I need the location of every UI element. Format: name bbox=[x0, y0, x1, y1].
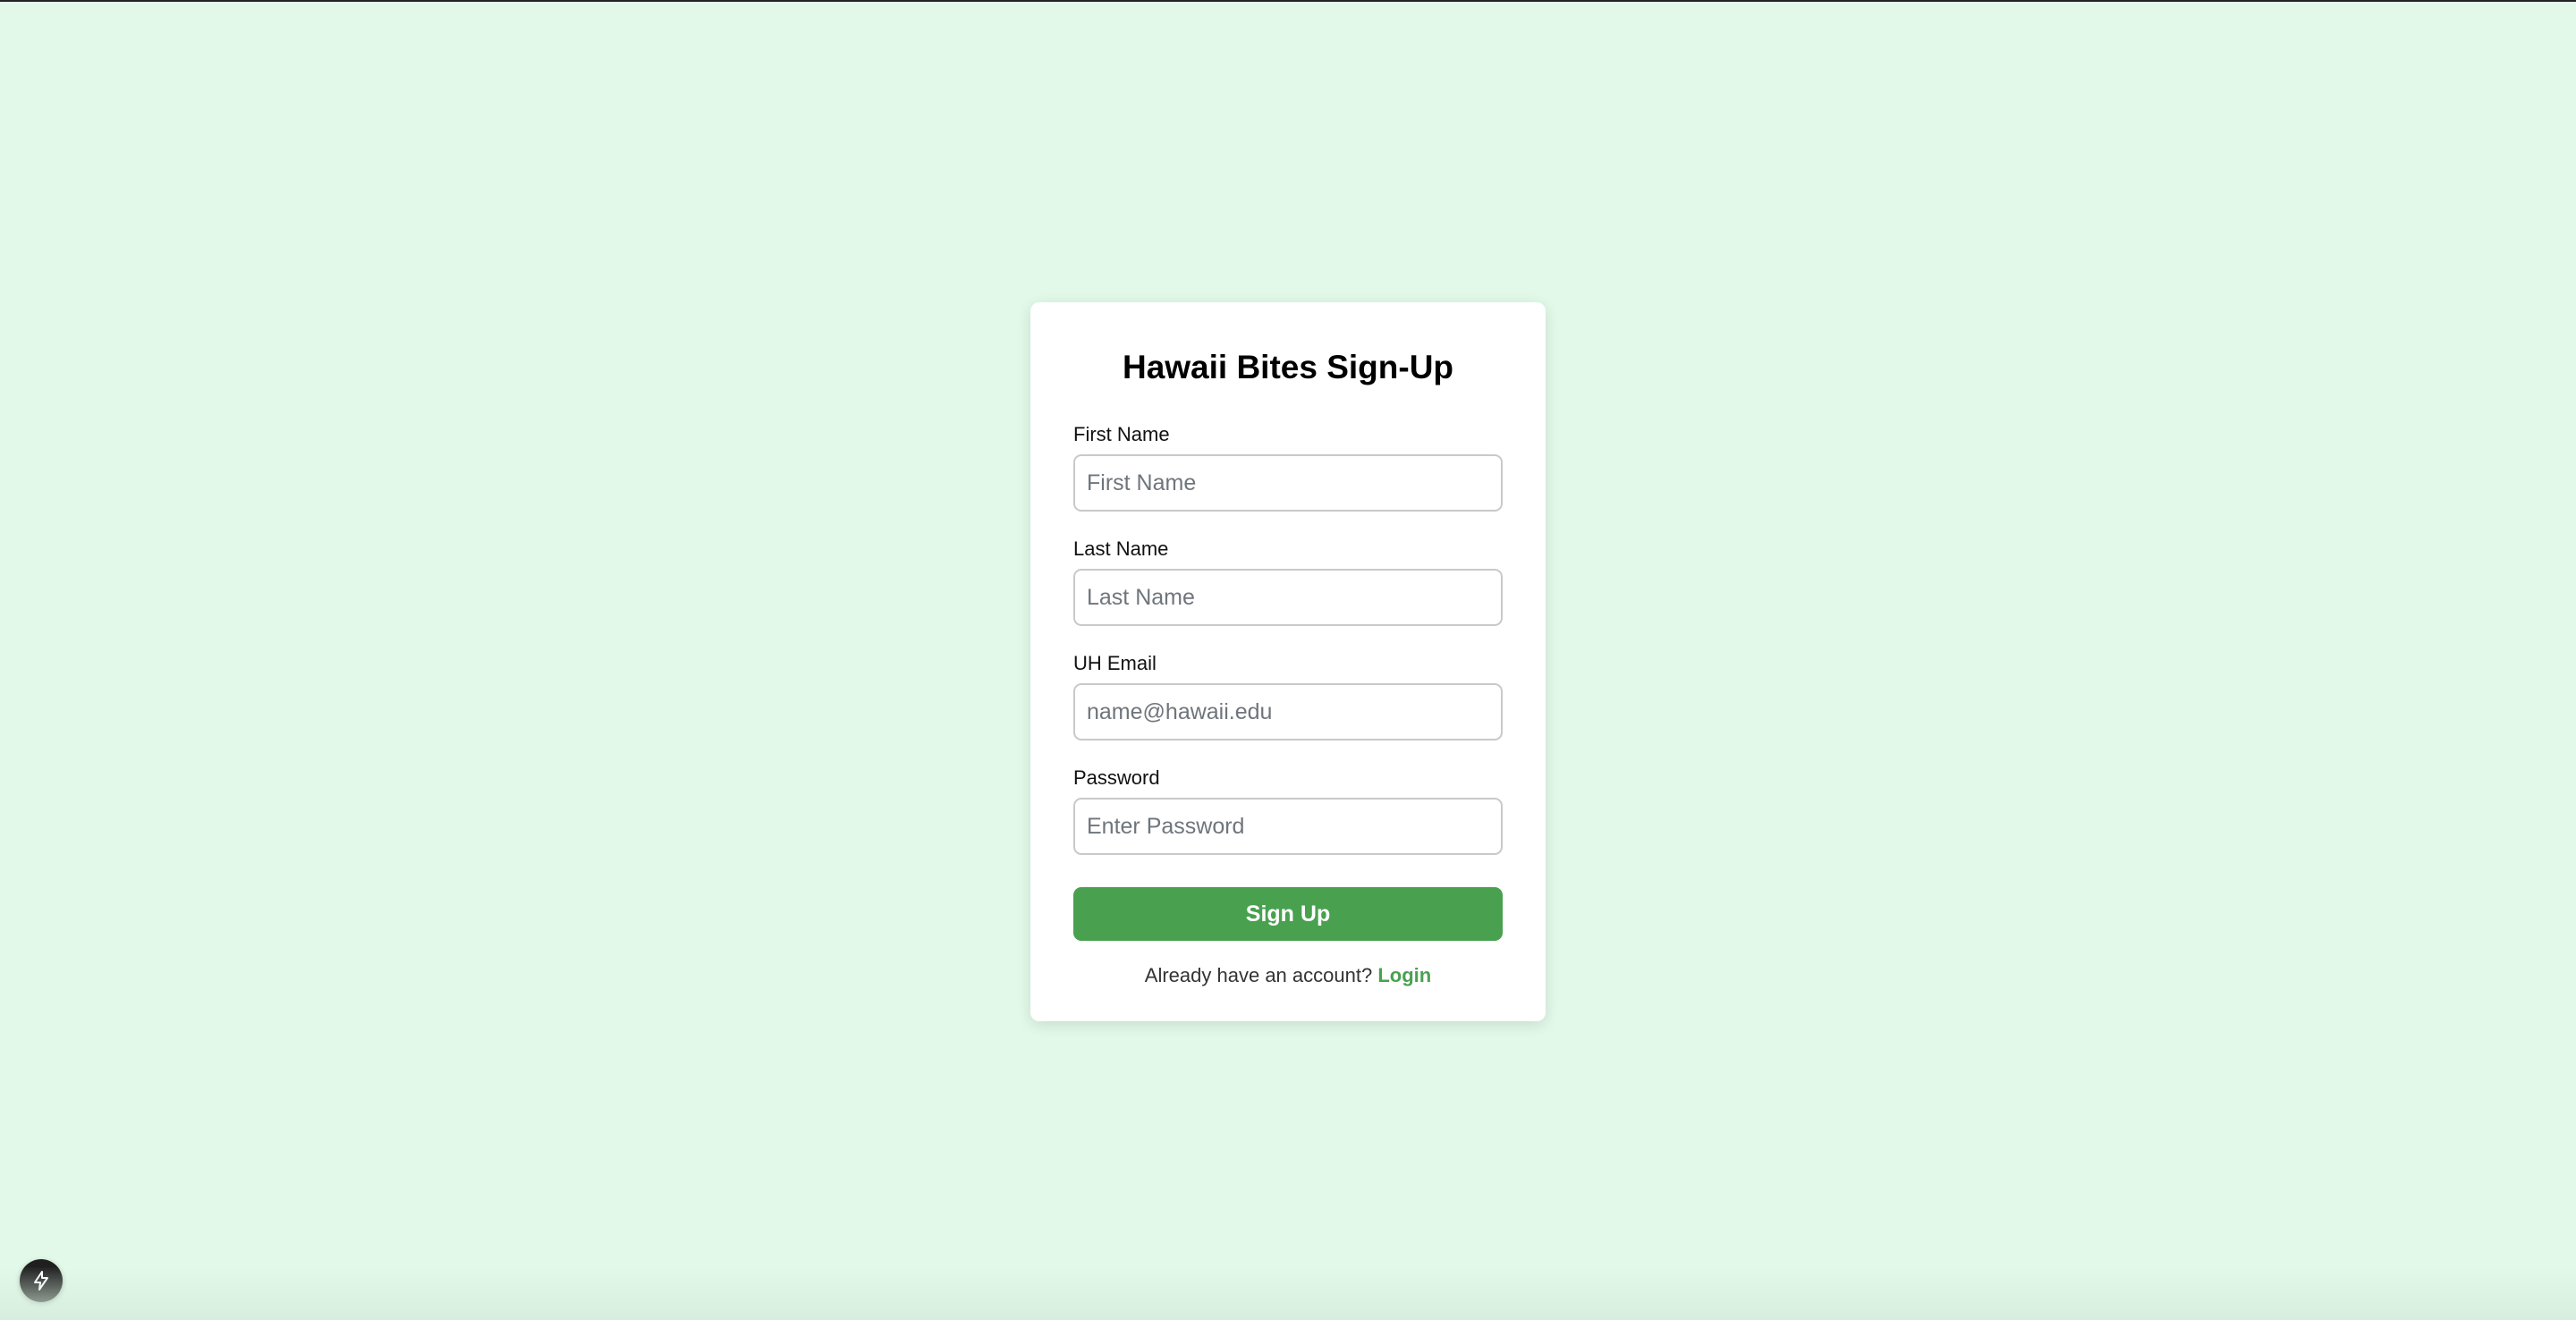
login-prompt-text: Already have an account? bbox=[1144, 964, 1373, 986]
email-label: UH Email bbox=[1073, 652, 1157, 674]
login-link[interactable]: Login bbox=[1377, 964, 1431, 986]
email-input[interactable] bbox=[1073, 683, 1503, 740]
last-name-group: Last Name bbox=[1073, 537, 1503, 626]
last-name-label: Last Name bbox=[1073, 537, 1169, 560]
login-prompt: Already have an account? Login bbox=[1073, 964, 1503, 987]
first-name-input[interactable] bbox=[1073, 454, 1503, 512]
password-group: Password bbox=[1073, 766, 1503, 855]
password-input[interactable] bbox=[1073, 798, 1503, 855]
first-name-label: First Name bbox=[1073, 423, 1170, 445]
sign-up-button[interactable]: Sign Up bbox=[1073, 887, 1503, 941]
email-group: UH Email bbox=[1073, 651, 1503, 740]
last-name-input[interactable] bbox=[1073, 569, 1503, 626]
first-name-group: First Name bbox=[1073, 422, 1503, 512]
bottom-fade bbox=[0, 1266, 2576, 1320]
page-title: Hawaii Bites Sign-Up bbox=[1122, 349, 1454, 385]
signup-card: Hawaii Bites Sign-Up First Name Last Nam… bbox=[1030, 302, 1546, 1021]
password-label: Password bbox=[1073, 766, 1160, 789]
